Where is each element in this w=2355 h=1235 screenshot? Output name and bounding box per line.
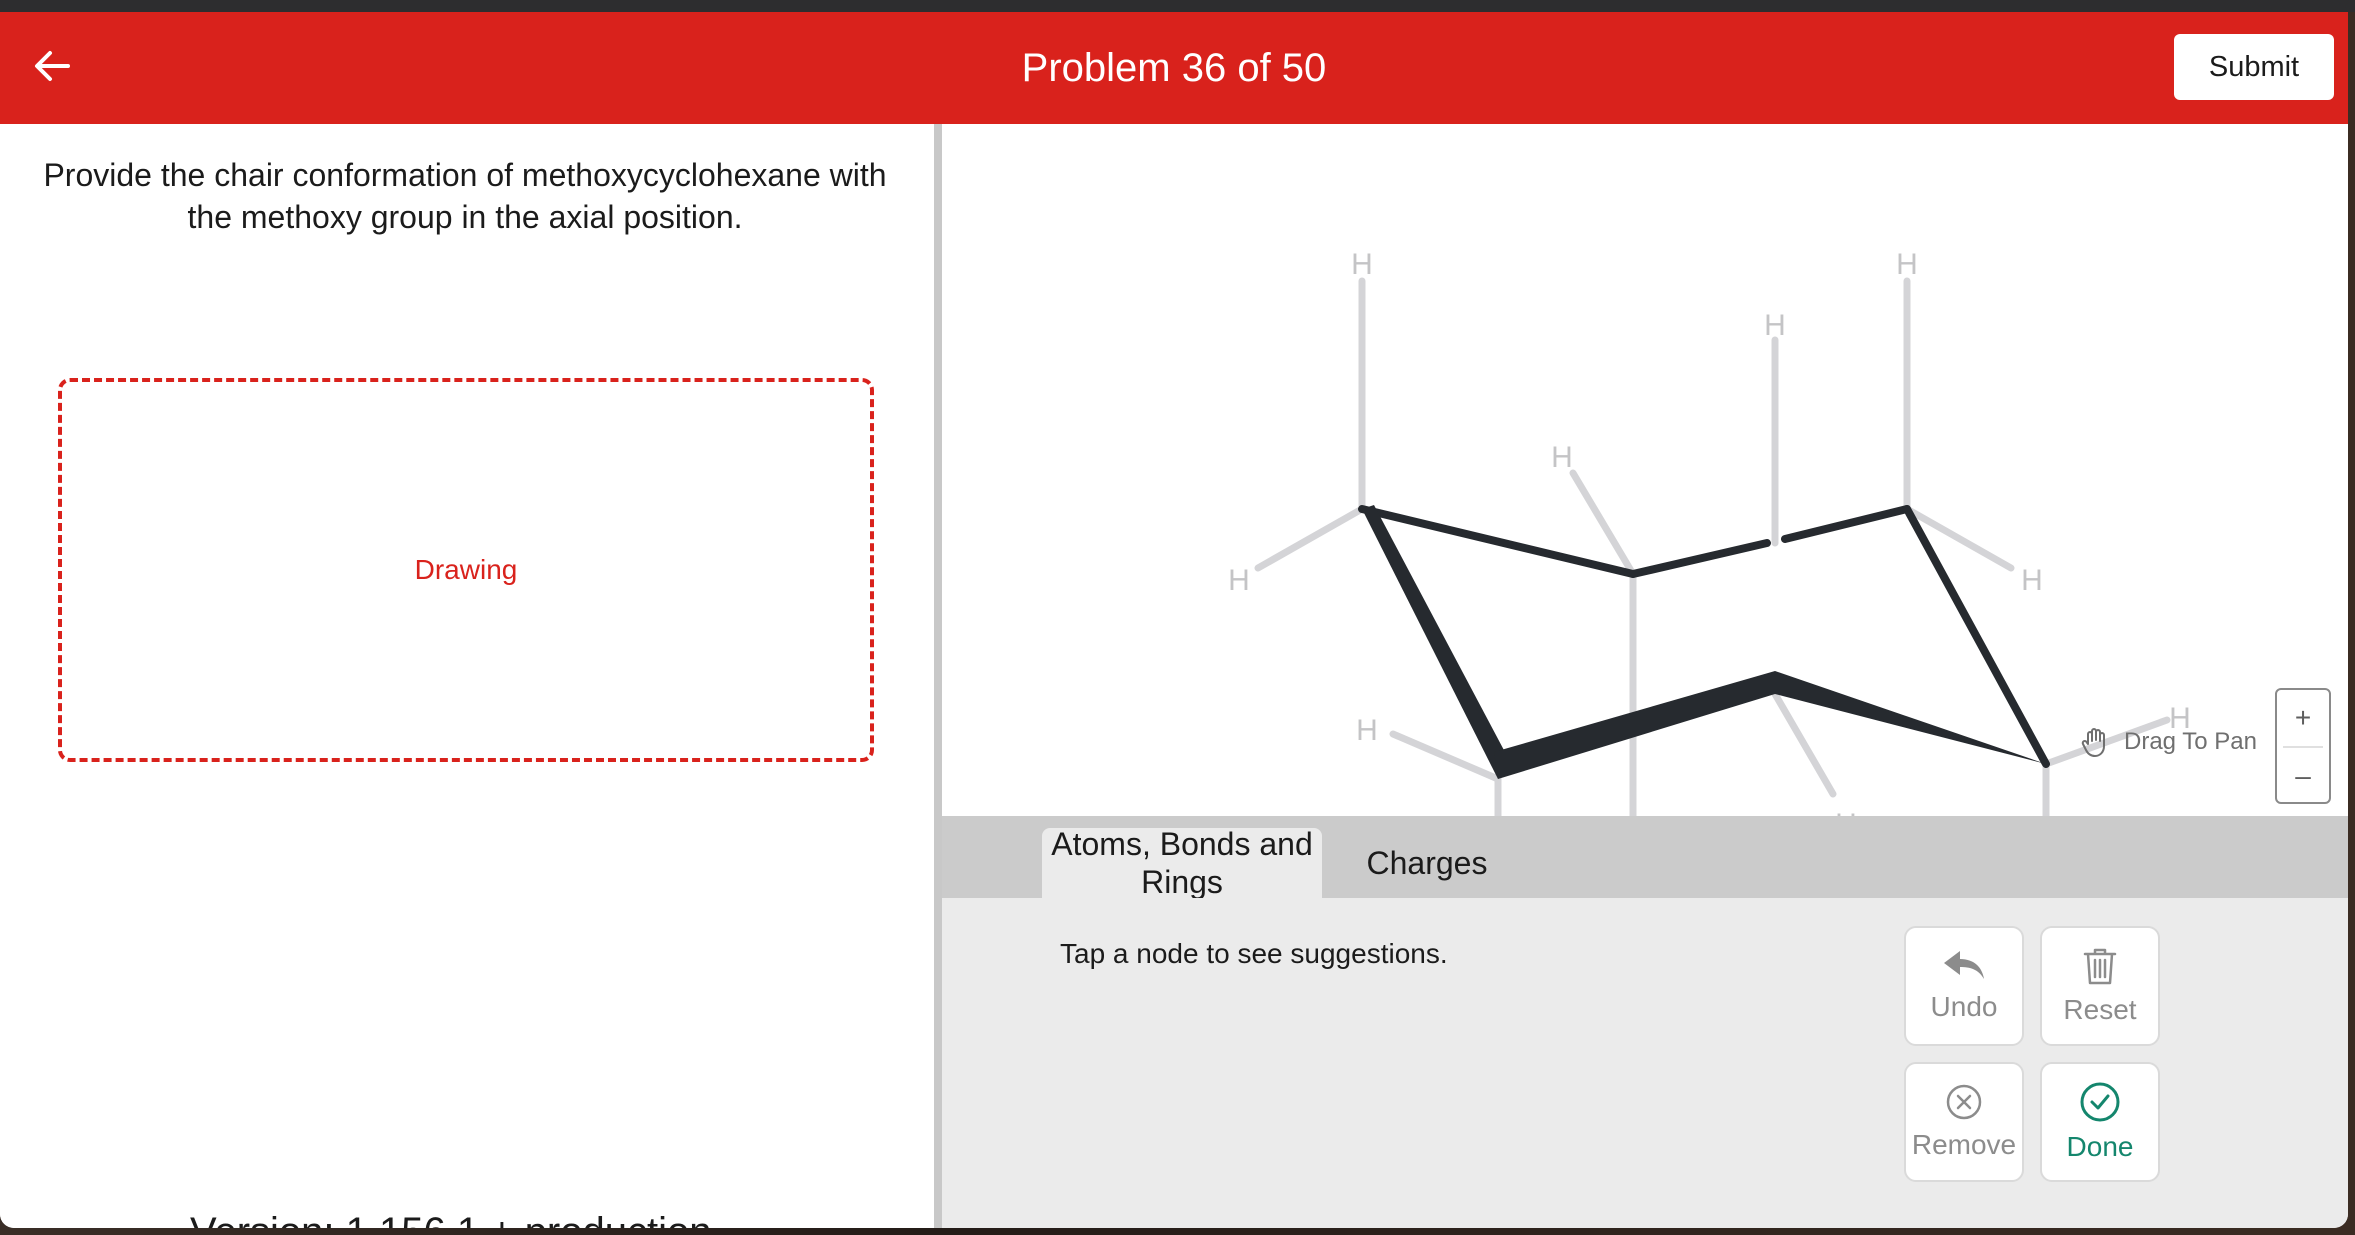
version-text: Version: 1.156.1 + production — [190, 1207, 711, 1228]
h-bond — [1771, 690, 1837, 798]
undo-button[interactable]: Undo — [1904, 926, 2024, 1046]
hydrogen-label[interactable]: H — [1764, 309, 1786, 342]
h-bond — [1254, 505, 1366, 572]
question-panel: Provide the chair conformation of methox… — [0, 124, 934, 1228]
top-strip — [0, 0, 2355, 12]
hand-icon — [2081, 728, 2105, 757]
done-label: Done — [2066, 1131, 2134, 1162]
tab-charges[interactable]: Charges — [1342, 828, 1512, 898]
reset-button[interactable]: Reset — [2040, 926, 2160, 1046]
hydrogen-label[interactable]: H — [1356, 714, 1378, 747]
done-button[interactable]: Done — [2040, 1062, 2160, 1182]
hydrogen-label[interactable]: H — [2021, 564, 2043, 597]
drawing-canvas[interactable]: H H H H H H H H H H H H Drag — [942, 124, 2348, 816]
drawing-drop-zone[interactable]: Drawing — [58, 378, 874, 762]
ring-bond-back[interactable] — [1781, 505, 1911, 543]
drawing-label: Drawing — [414, 554, 518, 585]
chair-molecule[interactable]: H H H H H H H H H H H H — [942, 124, 2348, 816]
page-title: Problem 36 of 50 — [1021, 46, 1327, 90]
zoom-in-button[interactable]: + — [2277, 690, 2329, 746]
check-circle-icon — [2080, 1082, 2120, 1122]
undo-label: Undo — [1930, 991, 1998, 1022]
submit-button[interactable]: Submit — [2174, 34, 2334, 100]
remove-label: Remove — [1911, 1129, 2017, 1160]
problem-text: Provide the chair conformation of methox… — [43, 157, 887, 235]
remove-button[interactable]: Remove — [1904, 1062, 2024, 1182]
tool-tab-bar: Atoms, Bonds and Rings Charges — [942, 816, 2348, 900]
zoom-out-button[interactable]: – — [2277, 748, 2329, 804]
ring-bond-back[interactable] — [1629, 539, 1771, 578]
hydrogen-label[interactable]: H — [1551, 441, 1573, 474]
header-bar: Problem 36 of 50 Submit — [0, 12, 2348, 124]
tool-panel: Tap a node to see suggestions. Undo Rese… — [942, 898, 2348, 1228]
hydrogen-label[interactable]: H — [1896, 248, 1918, 281]
hydrogen-label[interactable]: H — [1835, 808, 1857, 816]
hydrogen-label[interactable]: H — [1228, 564, 1250, 597]
suggestion-hint: Tap a node to see suggestions. — [1060, 938, 1448, 969]
reset-label: Reset — [2063, 994, 2137, 1025]
app-window: Problem 36 of 50 Submit Provide the chai… — [0, 12, 2348, 1228]
ring-bond-wedge[interactable] — [1362, 505, 1506, 779]
drag-to-pan-hint: Drag To Pan — [2078, 722, 2257, 762]
zoom-control: + – — [2275, 688, 2331, 804]
panel-divider[interactable] — [934, 124, 942, 1228]
undo-icon — [1944, 951, 1984, 979]
tab-atoms-bonds-rings[interactable]: Atoms, Bonds and Rings — [1042, 826, 1322, 900]
drag-to-pan-label: Drag To Pan — [2124, 728, 2257, 755]
window-frame: Problem 36 of 50 Submit Provide the chai… — [0, 0, 2355, 1235]
trash-icon — [2083, 948, 2117, 985]
hydrogen-label[interactable]: H — [1351, 248, 1373, 281]
close-circle-icon — [1946, 1084, 1982, 1120]
